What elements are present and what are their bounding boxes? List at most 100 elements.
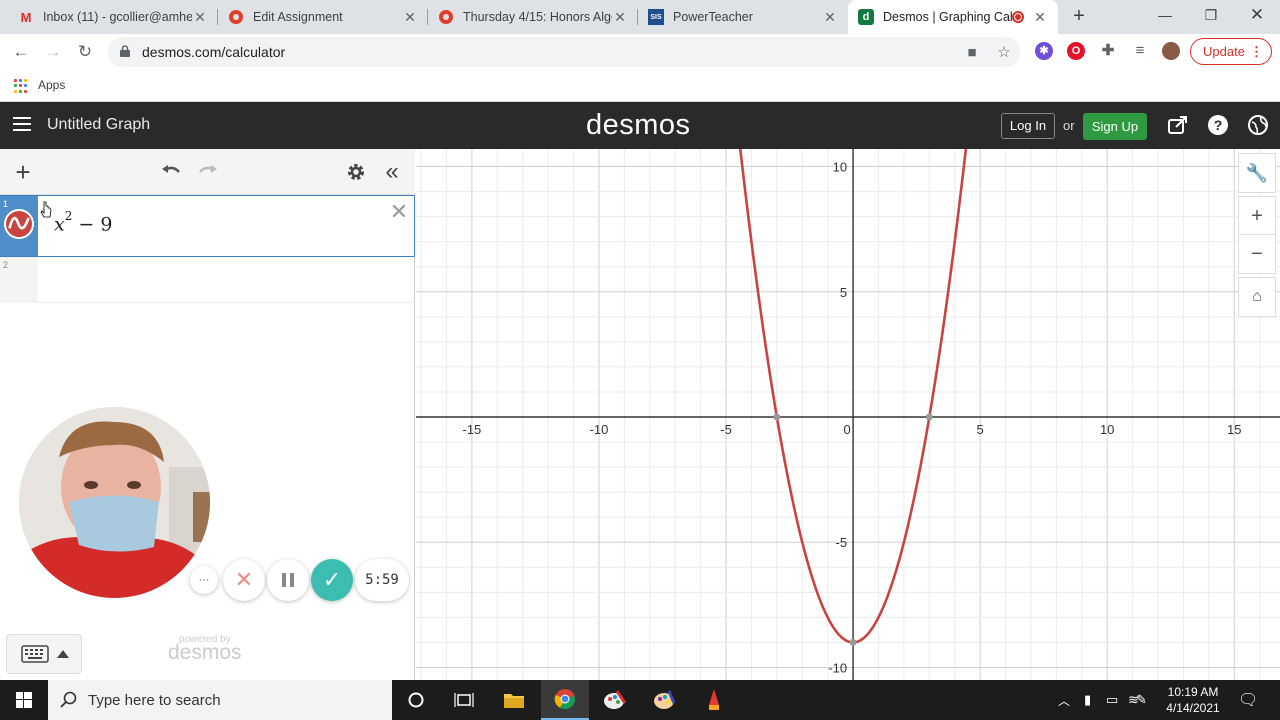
- recorder-finish-button[interactable]: ✓: [311, 559, 353, 601]
- y-tick-label: 5: [840, 285, 847, 300]
- recorder-pause-button[interactable]: [267, 559, 309, 601]
- notifications-icon[interactable]: 🗨: [1238, 690, 1258, 710]
- forward-arrow-icon[interactable]: →: [40, 39, 66, 65]
- zoom-out-button[interactable]: −: [1238, 234, 1276, 274]
- extension-icon[interactable]: ✱: [1035, 42, 1053, 60]
- tab-powerteacher[interactable]: SIS PowerTeacher ✕: [638, 0, 848, 34]
- puzzle-extensions-icon[interactable]: ✚: [1099, 42, 1117, 60]
- expression-row-empty[interactable]: 2: [0, 257, 415, 303]
- svg-text:?: ?: [1214, 117, 1223, 133]
- graph-title[interactable]: Untitled Graph: [47, 116, 150, 134]
- tab-strip: M Inbox (11) - gcollier@amhe ✕ Edit Assi…: [0, 0, 1280, 34]
- expression-panel: + « 1 x2 − 9 ✕ 2 powered by desmos: [0, 149, 415, 680]
- settings-gear-icon[interactable]: [344, 160, 368, 184]
- paint-app-icon[interactable]: [591, 680, 639, 720]
- help-icon[interactable]: ?: [1207, 114, 1229, 136]
- microphone-icon[interactable]: ▮: [1084, 692, 1091, 708]
- x-tick-label: -15: [463, 422, 482, 437]
- taskbar-clock[interactable]: 10:19 AM 4/14/2021: [1162, 684, 1224, 716]
- minimize-icon[interactable]: —: [1142, 0, 1188, 30]
- default-viewport-home-icon[interactable]: ⌂: [1238, 277, 1276, 317]
- zoom-in-button[interactable]: +: [1238, 196, 1276, 236]
- close-tab-icon[interactable]: ✕: [402, 9, 418, 26]
- close-tab-icon[interactable]: ✕: [192, 9, 208, 26]
- pen-icon[interactable]: ✎: [1136, 692, 1147, 708]
- expression-toolbar: + «: [0, 149, 415, 195]
- sis-icon: SIS: [648, 9, 664, 25]
- row-number: 2: [3, 260, 9, 270]
- address-bar[interactable]: desmos.com/calculator ■ ☆: [108, 37, 1020, 67]
- taskbar-search-box[interactable]: Type here to search: [48, 680, 392, 720]
- back-arrow-icon[interactable]: ←: [8, 39, 34, 65]
- update-button[interactable]: Update ⋮: [1190, 38, 1272, 65]
- login-button[interactable]: Log In: [1001, 113, 1055, 139]
- battery-icon[interactable]: ▭: [1106, 692, 1118, 708]
- opera-extension-icon[interactable]: O: [1067, 42, 1085, 60]
- redo-icon[interactable]: [196, 160, 220, 184]
- recording-icon: [1012, 11, 1024, 23]
- desmos-logo: desmos: [586, 109, 691, 141]
- close-tab-icon[interactable]: ✕: [1032, 9, 1048, 26]
- graph-toggle-icon[interactable]: [4, 209, 34, 239]
- task-view-icon[interactable]: [440, 680, 488, 720]
- collapse-panel-icon[interactable]: «: [380, 160, 404, 184]
- more-menu-icon: ⋮: [1250, 44, 1263, 59]
- tab-title: Edit Assignment: [253, 10, 343, 24]
- apps-bookmark[interactable]: Apps: [38, 78, 65, 92]
- undo-icon[interactable]: [159, 160, 183, 184]
- cortana-icon[interactable]: [392, 680, 440, 720]
- x-tick-label: 10: [1100, 422, 1114, 437]
- close-window-icon[interactable]: ✕: [1234, 0, 1280, 30]
- keyboard-icon: [21, 645, 49, 663]
- new-tab-button[interactable]: +: [1068, 5, 1090, 27]
- tab-title: Thursday 4/15: Honors Alge: [463, 10, 612, 24]
- graph-canvas[interactable]: -15 -10 -5 0 5 10 15 -10 -5 5 10: [416, 149, 1280, 680]
- tab-title: Desmos | Graphing Cal: [883, 10, 1012, 24]
- x-tick-label: 0: [843, 422, 850, 437]
- webcam-video: [19, 407, 210, 598]
- pencil-app-icon[interactable]: [690, 680, 738, 720]
- add-item-icon[interactable]: +: [11, 159, 35, 185]
- hamburger-menu-icon[interactable]: [13, 117, 31, 132]
- tab-gmail[interactable]: M Inbox (11) - gcollier@amhe ✕: [8, 0, 218, 34]
- bookmark-star-icon[interactable]: ☆: [996, 45, 1012, 61]
- camera-icon[interactable]: ■: [964, 45, 980, 61]
- reload-icon[interactable]: ↻: [72, 39, 98, 65]
- recorder-timer: 5:59: [355, 559, 409, 601]
- delete-expression-icon[interactable]: ✕: [389, 201, 409, 223]
- recorder-cancel-button[interactable]: ✕: [223, 559, 265, 601]
- y-tick-label: -5: [836, 535, 848, 550]
- recorder-more-button[interactable]: ···: [190, 566, 218, 594]
- point-of-interest: [773, 413, 781, 421]
- media-control-icon[interactable]: ≡: [1131, 42, 1149, 60]
- tab-honors-algebra[interactable]: Thursday 4/15: Honors Alge ✕: [428, 0, 638, 34]
- mouse-cursor-icon: [40, 201, 52, 218]
- desmos-header: Untitled Graph desmos Log In or Sign Up …: [0, 102, 1280, 149]
- tab-desmos[interactable]: d Desmos | Graphing Cal ✕: [848, 0, 1058, 34]
- tab-title: Inbox (11) - gcollier@amhe: [43, 10, 192, 24]
- windows-taskbar: Type here to search ︿ ▮ ▭ ≋ ✎ 10:19 AM 4…: [0, 680, 1280, 720]
- graph-paper[interactable]: -15 -10 -5 0 5 10 15 -10 -5 5 10: [416, 149, 1280, 680]
- chrome-taskbar-icon[interactable]: [541, 680, 589, 720]
- paint-3d-icon[interactable]: [641, 680, 689, 720]
- share-icon[interactable]: [1167, 114, 1189, 136]
- expression-row[interactable]: 1 x2 − 9 ✕: [0, 195, 415, 257]
- file-explorer-icon[interactable]: [490, 680, 538, 720]
- windows-start-icon[interactable]: [0, 680, 48, 720]
- show-hidden-icons[interactable]: ︿: [1058, 692, 1070, 709]
- url-text: desmos.com/calculator: [142, 44, 286, 60]
- tab-edit-assignment[interactable]: Edit Assignment ✕: [218, 0, 428, 34]
- restore-icon[interactable]: ❐: [1188, 0, 1234, 30]
- signup-button[interactable]: Sign Up: [1083, 113, 1147, 140]
- language-globe-icon[interactable]: [1247, 114, 1269, 136]
- graph-settings-wrench-icon[interactable]: 🔧: [1238, 153, 1276, 193]
- tab-title: PowerTeacher: [673, 10, 753, 24]
- x-tick-label: -10: [590, 422, 609, 437]
- update-label: Update: [1203, 44, 1245, 59]
- expression-gutter: 1: [0, 196, 38, 256]
- keyboard-toggle-button[interactable]: [6, 634, 82, 674]
- close-tab-icon[interactable]: ✕: [612, 9, 628, 26]
- profile-avatar[interactable]: [1162, 42, 1180, 60]
- expression-math[interactable]: x2 − 9: [54, 209, 112, 235]
- close-tab-icon[interactable]: ✕: [822, 9, 838, 26]
